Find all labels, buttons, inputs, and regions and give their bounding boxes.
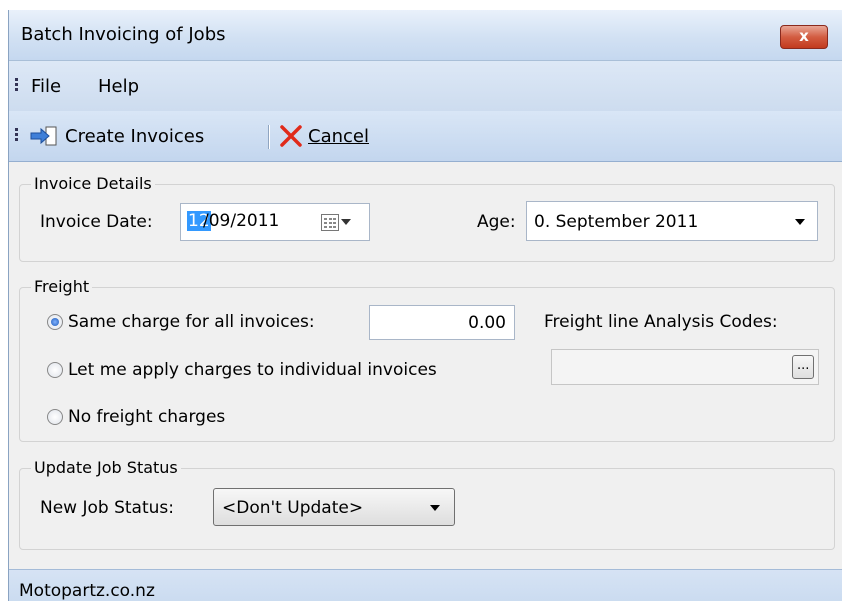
age-label: Age: [477, 212, 516, 232]
create-invoices-label: Create Invoices [65, 125, 205, 147]
status-bar-text: Motopartz.co.nz [19, 581, 155, 601]
age-value: 0. September 2011 [534, 212, 699, 232]
menu-grip-icon [15, 78, 19, 93]
close-button[interactable]: x [780, 25, 828, 49]
title-bar: Batch Invoicing of Jobs x [9, 10, 842, 61]
invoice-date-label: Invoice Date: [40, 212, 153, 232]
browse-button[interactable]: ... [792, 355, 814, 379]
invoice-date-rest: /09/2011 [203, 211, 280, 231]
cancel-label: Cancel [308, 125, 369, 147]
toolbar-separator [268, 125, 270, 149]
freight-charge-input[interactable]: 0.00 [369, 305, 515, 340]
freight-charge-value: 0.00 [468, 313, 506, 333]
no-freight-label: No freight charges [68, 407, 226, 427]
date-dropdown-arrow-icon[interactable] [341, 219, 351, 225]
toolbar-grip-icon [15, 128, 19, 143]
new-job-status-value: <Don't Update> [222, 498, 364, 518]
chevron-down-icon [795, 219, 805, 225]
freight-group-label: Freight [31, 277, 93, 296]
chevron-down-icon [430, 505, 440, 511]
update-job-status-group-label: Update Job Status [31, 458, 181, 477]
toolbar: Create Invoices Cancel [9, 111, 842, 162]
radio-no-freight[interactable] [47, 409, 63, 425]
batch-invoicing-window: Batch Invoicing of Jobs x File Help Crea… [8, 10, 842, 601]
menu-file[interactable]: File [31, 76, 61, 97]
invoice-details-group-label: Invoice Details [31, 174, 155, 193]
age-dropdown[interactable]: 0. September 2011 [526, 201, 818, 241]
freight-analysis-codes-label: Freight line Analysis Codes: [544, 312, 778, 332]
cancel-x-icon [279, 124, 303, 148]
individual-charges-label: Let me apply charges to individual invoi… [68, 360, 437, 380]
new-job-status-label: New Job Status: [40, 498, 174, 518]
radio-individual-charges[interactable] [47, 362, 63, 378]
ellipsis-icon: ... [797, 358, 810, 373]
invoice-date-picker[interactable]: 12 /09/2011 [180, 203, 370, 241]
menu-help[interactable]: Help [98, 76, 139, 97]
freight-analysis-codes-field[interactable]: ... [551, 349, 819, 385]
cancel-button[interactable]: Cancel [279, 121, 369, 151]
menu-bar: File Help [9, 61, 842, 111]
arrow-right-icon [29, 125, 59, 147]
calendar-icon[interactable] [321, 214, 339, 231]
same-charge-label: Same charge for all invoices: [68, 312, 315, 332]
radio-same-charge[interactable] [47, 314, 63, 330]
window-title: Batch Invoicing of Jobs [21, 24, 226, 45]
new-job-status-dropdown[interactable]: <Don't Update> [213, 488, 455, 526]
status-bar: Motopartz.co.nz [9, 569, 842, 601]
create-invoices-button[interactable]: Create Invoices [29, 121, 204, 151]
